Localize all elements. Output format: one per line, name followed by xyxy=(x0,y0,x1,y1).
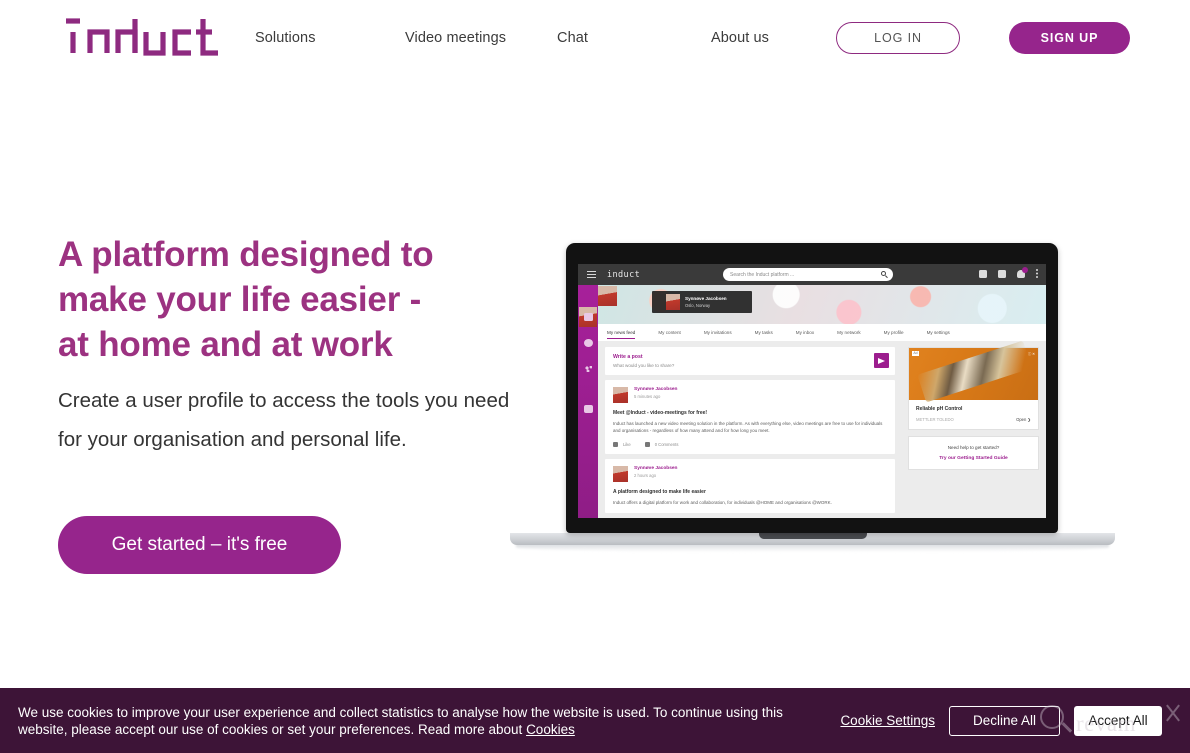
tab-my-news-feed[interactable]: My news feed xyxy=(607,330,636,339)
feed-post: Synnøve Jacobsen 5 minutes ago Meet @Ind… xyxy=(605,380,895,454)
cookie-text-line-2: please accept our use of cookies or set … xyxy=(71,721,527,737)
sidebar-content-icon[interactable] xyxy=(583,313,593,321)
app-search-input[interactable]: Search the Induct platform ... xyxy=(723,268,893,281)
ad-open-link[interactable]: Open ❯ xyxy=(1016,417,1031,422)
nav-item-video-meetings[interactable]: Video meetings xyxy=(405,30,557,46)
tab-my-inbox[interactable]: My inbox xyxy=(796,330,814,335)
post-body: Induct offers a digital platform for wor… xyxy=(613,500,832,505)
signup-button[interactable]: SIGN UP xyxy=(1009,22,1130,54)
tab-my-settings[interactable]: My settings xyxy=(927,330,950,335)
notifications-bell-icon[interactable] xyxy=(1017,266,1028,278)
tab-my-tasks[interactable]: My tasks xyxy=(755,330,773,335)
comments-label[interactable]: 0 Comments xyxy=(655,442,679,447)
app-left-sidebar xyxy=(578,285,598,518)
help-question: Need help to get started? xyxy=(947,445,1000,450)
post-timestamp: 5 minutes ago xyxy=(634,394,661,399)
cookie-banner-text: We use cookies to improve your user expe… xyxy=(18,704,833,738)
app-search-placeholder: Search the Induct platform ... xyxy=(730,271,795,278)
ad-image: Ad ⓘ ✕ xyxy=(909,348,1038,400)
hero-title-line-1: A platform designed to xyxy=(58,235,434,274)
ad-title: Reliable pH Control xyxy=(916,406,963,412)
advertisement-card[interactable]: Ad ⓘ ✕ Reliable pH Control METTLER TOLED… xyxy=(908,347,1039,430)
laptop-lid: induct Search the Induct platform ... Sy… xyxy=(566,243,1058,533)
laptop-base xyxy=(510,533,1115,545)
post-author-avatar xyxy=(613,466,628,482)
decline-all-button[interactable]: Decline All xyxy=(949,705,1060,736)
tab-my-profile[interactable]: My profile xyxy=(884,330,904,335)
tab-my-network[interactable]: My network xyxy=(837,330,861,335)
post-body: Induct has launched a new video meeting … xyxy=(613,421,883,433)
x-watermark-icon xyxy=(1164,703,1182,721)
app-body: Write a post What would you like to shar… xyxy=(598,341,1046,518)
nav-item-solutions[interactable]: Solutions xyxy=(255,30,405,46)
thumbs-up-icon[interactable] xyxy=(613,442,618,447)
ad-close-icon[interactable]: ⓘ ✕ xyxy=(1028,351,1035,356)
hero-title-line-3: at home and at work xyxy=(58,325,393,364)
sidebar-groups-icon[interactable] xyxy=(583,339,593,347)
right-rail: Ad ⓘ ✕ Reliable pH Control METTLER TOLED… xyxy=(908,347,1039,470)
ad-brand-name: METTLER TOLEDO xyxy=(916,417,954,422)
cover-avatar-left xyxy=(598,286,617,306)
main-nav: Solutions Video meetings Chat About us xyxy=(255,0,831,76)
composer-title: Write a post xyxy=(613,354,643,360)
app-topbar: induct Search the Induct platform ... xyxy=(578,264,1046,285)
tab-my-invitations[interactable]: My invitations xyxy=(704,330,732,335)
getting-started-guide-link[interactable]: Try our Getting Started Guide xyxy=(915,456,1032,461)
ad-brand-row: METTLER TOLEDO Open ❯ xyxy=(909,412,1038,429)
hero-title: A platform designed to make your life ea… xyxy=(58,232,558,367)
profile-location: Oslo, Norway xyxy=(685,303,711,308)
search-icon xyxy=(881,271,886,277)
cookie-settings-link[interactable]: Cookie Settings xyxy=(840,713,935,728)
calendar-icon[interactable] xyxy=(998,269,1006,278)
sidebar-video-icon[interactable] xyxy=(583,405,593,413)
laptop-mockup: induct Search the Induct platform ... Sy… xyxy=(510,240,1115,560)
post-title: A platform designed to make life easier xyxy=(613,489,706,495)
nav-item-about-us[interactable]: About us xyxy=(711,30,831,46)
laptop-screen: induct Search the Induct platform ... Sy… xyxy=(578,264,1046,518)
hamburger-menu-icon[interactable] xyxy=(587,271,596,279)
profile-name: Synnøve Jacobsen xyxy=(685,296,727,301)
accept-all-button[interactable]: Accept All xyxy=(1074,705,1162,736)
more-options-icon[interactable] xyxy=(1036,269,1038,278)
post-timestamp: 2 hours ago xyxy=(634,473,657,478)
cookie-banner-actions: Cookie Settings Decline All Accept All xyxy=(840,705,1162,736)
composer-placeholder: What would you like to share? xyxy=(613,363,675,368)
page-root: Solutions Video meetings Chat About us L… xyxy=(0,0,1190,753)
post-author-avatar xyxy=(613,387,628,403)
site-header: Solutions Video meetings Chat About us L… xyxy=(0,0,1190,76)
chat-icon[interactable] xyxy=(979,269,987,278)
comment-icon[interactable] xyxy=(644,442,650,447)
induct-logo[interactable] xyxy=(60,14,228,60)
ad-badge: Ad xyxy=(912,351,919,356)
post-composer[interactable]: Write a post What would you like to shar… xyxy=(605,347,895,375)
like-label[interactable]: Like xyxy=(623,442,631,447)
app-top-icons xyxy=(979,266,1038,278)
profile-name-card: Synnøve Jacobsen Oslo, Norway xyxy=(652,291,752,313)
login-button[interactable]: LOG IN xyxy=(836,22,960,54)
sidebar-network-icon[interactable] xyxy=(584,365,593,373)
send-post-button[interactable] xyxy=(874,353,889,368)
cookie-consent-banner: We use cookies to improve your user expe… xyxy=(0,685,1190,753)
post-author-name[interactable]: Synnøve Jacobsen xyxy=(634,466,677,471)
get-started-button[interactable]: Get started – it's free xyxy=(58,516,341,574)
nav-item-chat[interactable]: Chat xyxy=(557,30,711,46)
cookies-policy-link[interactable]: Cookies xyxy=(526,722,575,737)
app-logo-text: induct xyxy=(607,269,641,280)
tab-my-content[interactable]: My content xyxy=(658,330,680,335)
news-feed-column: Write a post What would you like to shar… xyxy=(605,347,895,518)
hero-title-line-2: make your life easier - xyxy=(58,280,422,319)
hero-subtitle: Create a user profile to access the tool… xyxy=(58,389,510,451)
post-author-name[interactable]: Synnøve Jacobsen xyxy=(634,387,677,392)
induct-logo-icon xyxy=(66,18,218,56)
app-tab-bar: My news feed My content My invitations M… xyxy=(598,324,1046,341)
feed-post: Synnøve Jacobsen 2 hours ago A platform … xyxy=(605,459,895,513)
post-title: Meet @Induct - video-meetings for free! xyxy=(613,410,708,416)
help-card: Need help to get started? Try our Gettin… xyxy=(908,436,1039,470)
profile-avatar xyxy=(666,294,680,310)
hero-text-block: A platform designed to make your life ea… xyxy=(58,232,558,459)
post-actions: Like 0 Comments xyxy=(613,442,887,447)
